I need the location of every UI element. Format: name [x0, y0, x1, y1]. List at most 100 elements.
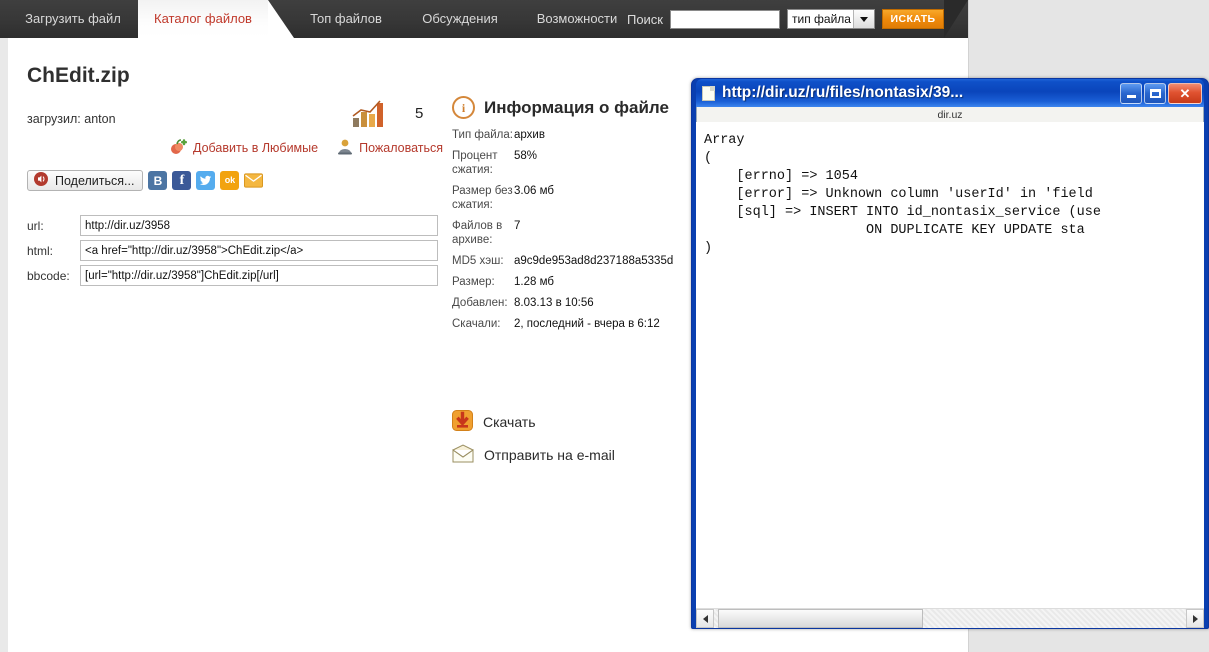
- popup-title-bar[interactable]: http://dir.uz/ru/files/nontasix/39... ✕: [696, 79, 1204, 107]
- embed-input-html[interactable]: [80, 240, 438, 261]
- info-row-size: Размер: 1.28 мб: [452, 275, 700, 289]
- chevron-down-icon[interactable]: [853, 10, 874, 28]
- complain-label: Пожаловаться: [359, 141, 444, 155]
- filetype-select[interactable]: тип файла: [787, 9, 875, 29]
- scrollbar-track[interactable]: [714, 609, 1186, 628]
- add-to-favorites-link[interactable]: Добавить в Любимые: [170, 138, 318, 158]
- popup-title: http://dir.uz/ru/files/nontasix/39...: [722, 84, 964, 101]
- nav-tab-discussions[interactable]: Обсуждения: [404, 0, 516, 38]
- nav-tab-discussions-label: Обсуждения: [422, 11, 498, 26]
- info-key-size: Размер:: [452, 276, 495, 288]
- search-input[interactable]: [670, 9, 780, 29]
- info-value-downloads: 2, последний - вчера в 6:12: [514, 318, 660, 330]
- popup-status-bar-text: dir.uz: [937, 108, 963, 121]
- info-row-uncompressed-size: Размер без сжатия: 3.06 мб: [452, 184, 700, 212]
- search-button[interactable]: ИСКАТЬ: [882, 9, 944, 29]
- download-link-label: Скачать: [483, 414, 536, 430]
- minimize-icon: [1126, 95, 1136, 98]
- embed-label-bbcode: bbcode:: [27, 268, 70, 283]
- statistics-chart-icon[interactable]: [352, 100, 386, 128]
- embed-input-url[interactable]: [80, 215, 438, 236]
- info-row-downloads: Скачали: 2, последний - вчера в 6:12: [452, 317, 700, 331]
- info-row-md5: MD5 хэш: a9c9de953ad8d237188a5335d: [452, 254, 700, 268]
- info-value-files-count: 7: [514, 220, 521, 232]
- share-email-icon[interactable]: [244, 171, 264, 190]
- download-link[interactable]: Скачать: [452, 410, 536, 434]
- nav-tab-catalog-label: Каталог файлов: [154, 11, 252, 26]
- info-value-filetype: архив: [514, 129, 545, 141]
- popup-status-bar: dir.uz: [696, 107, 1204, 122]
- info-value-uncompressed-size: 3.06 мб: [514, 185, 554, 197]
- nav-tab-top-files[interactable]: Топ файлов: [290, 0, 402, 38]
- info-value-md5: a9c9de953ad8d237188a5335d: [514, 255, 674, 267]
- info-key-md5: MD5 хэш:: [452, 255, 504, 267]
- envelope-icon: [452, 444, 474, 466]
- nav-tab-upload[interactable]: Загрузить файл: [8, 0, 138, 38]
- share-speaker-icon: [33, 171, 49, 190]
- share-button[interactable]: Поделиться...: [27, 170, 144, 191]
- info-row-added: Добавлен: 8.03.13 в 10:56: [452, 296, 700, 310]
- info-row-compression: Процент сжатия: 58%: [452, 149, 700, 177]
- popup-window-controls: ✕: [1120, 82, 1202, 104]
- info-key-uncompressed-size: Размер без сжатия:: [452, 185, 513, 211]
- screen: Загрузить файл Каталог файлов Топ файлов…: [0, 0, 1209, 652]
- page-left-strip: [0, 38, 8, 652]
- file-info-heading-label: Информация о файле: [484, 97, 669, 117]
- share-odnoklassniki-glyph: ok: [224, 175, 236, 185]
- maximize-icon: [1149, 88, 1161, 98]
- share-facebook-glyph: f: [179, 172, 185, 188]
- info-value-compression: 58%: [514, 150, 538, 162]
- close-button[interactable]: ✕: [1168, 82, 1202, 104]
- info-key-files-count: Файлов в архиве:: [452, 220, 503, 246]
- share-button-label: Поделиться...: [55, 173, 135, 188]
- file-action-links: Добавить в Любимые Пожаловаться: [170, 138, 443, 158]
- info-icon: i: [452, 96, 475, 119]
- embed-label-url: url:: [27, 218, 44, 233]
- minimize-button[interactable]: [1120, 82, 1142, 104]
- search-group: Поиск тип файла ИСКАТЬ: [627, 0, 944, 38]
- filetype-select-value: тип файла: [792, 12, 851, 26]
- navbar-slant-edge: [944, 0, 968, 38]
- embed-input-bbcode[interactable]: [80, 265, 438, 286]
- file-info-heading: i Информация о файле: [452, 96, 669, 119]
- embed-row-bbcode: bbcode:: [27, 265, 438, 286]
- share-vk-glyph: B: [153, 173, 163, 188]
- complain-user-icon: [336, 138, 354, 158]
- embed-label-html: html:: [27, 243, 54, 258]
- favorites-icon: [170, 138, 188, 158]
- close-icon: ✕: [1179, 85, 1191, 101]
- share-facebook-icon[interactable]: f: [172, 171, 192, 190]
- info-value-added: 8.03.13 в 10:56: [514, 297, 594, 309]
- add-to-favorites-label: Добавить в Любимые: [193, 141, 319, 155]
- share-vk-icon[interactable]: B: [148, 171, 168, 190]
- file-info-list: Тип файла: архив Процент сжатия: 58% Раз…: [452, 128, 700, 338]
- share-row: Поделиться... B f ok: [27, 170, 264, 191]
- popup-horizontal-scrollbar[interactable]: [696, 608, 1204, 628]
- embed-row-url: url:: [27, 215, 438, 236]
- nav-tab-catalog[interactable]: Каталог файлов: [138, 0, 294, 38]
- scroll-left-arrow-icon[interactable]: [696, 609, 714, 628]
- maximize-button[interactable]: [1144, 82, 1166, 104]
- info-key-downloads: Скачали:: [452, 318, 501, 330]
- share-odnoklassniki-icon[interactable]: ok: [220, 171, 240, 190]
- popup-content-text: Array ( [errno] => 1054 [error] => Unkno…: [704, 133, 1101, 256]
- popup-body: Array ( [errno] => 1054 [error] => Unkno…: [696, 122, 1204, 608]
- embed-row-html: html:: [27, 240, 438, 261]
- download-icon: [452, 410, 473, 434]
- nav-tab-features[interactable]: Возможности: [518, 0, 636, 38]
- send-email-link[interactable]: Отправить на e-mail: [452, 444, 615, 466]
- scroll-right-arrow-icon[interactable]: [1186, 609, 1204, 628]
- page-title: ChEdit.zip: [27, 64, 130, 87]
- browser-popup-window: http://dir.uz/ru/files/nontasix/39... ✕ …: [691, 78, 1209, 629]
- scrollbar-thumb[interactable]: [718, 609, 923, 628]
- search-button-label: ИСКАТЬ: [890, 13, 936, 25]
- info-row-filetype: Тип файла: архив: [452, 128, 700, 142]
- info-key-filetype: Тип файла:: [452, 129, 513, 141]
- document-icon: [702, 85, 715, 101]
- statistics-count: 5: [415, 105, 424, 122]
- nav-tab-top-files-label: Топ файлов: [310, 11, 382, 26]
- nav-tab-upload-label: Загрузить файл: [25, 11, 121, 26]
- share-twitter-icon[interactable]: [196, 171, 216, 190]
- complain-link[interactable]: Пожаловаться: [336, 138, 443, 158]
- info-key-compression: Процент сжатия:: [452, 150, 498, 176]
